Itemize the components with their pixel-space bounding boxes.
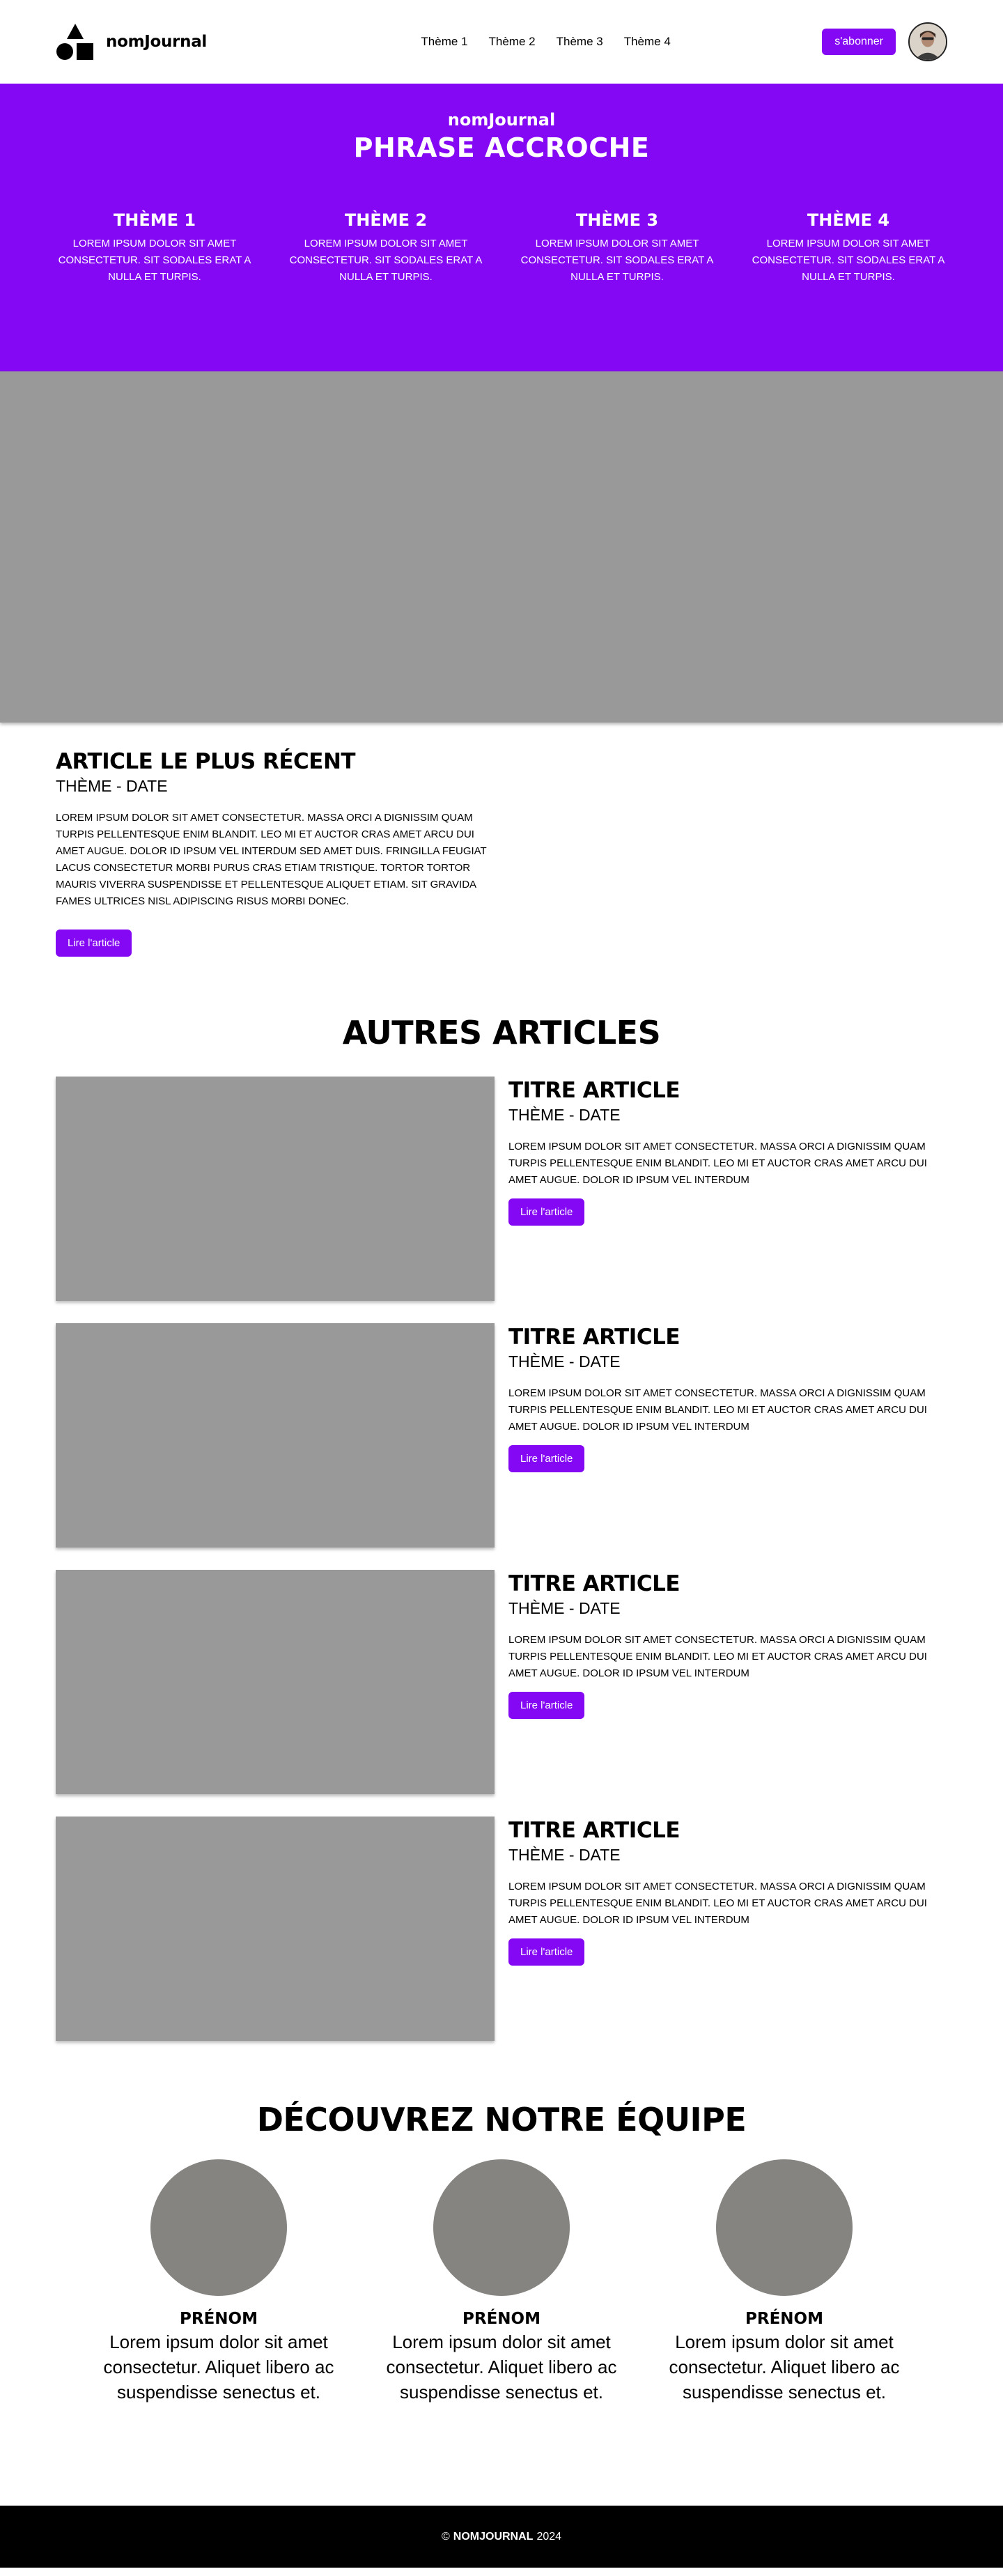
theme-card-4[interactable]: THÈME 4 Lorem ipsum dolor sit amet conse… bbox=[749, 210, 947, 286]
article-title: Titre article bbox=[508, 1571, 681, 1596]
member-description: Lorem ipsum dolor sit amet consectetur. … bbox=[386, 2331, 617, 2403]
site-footer: © nomJournal 2024 bbox=[0, 2506, 1003, 2568]
article-body: Titre article Thème - date Lorem ipsum d… bbox=[508, 1817, 947, 2041]
copyright-symbol: © bbox=[441, 2530, 450, 2543]
hero-banner: nomJournal PHRASE ACCROCHE THÈME 1 Lorem… bbox=[0, 84, 1003, 371]
theme-description: Lorem ipsum dolor sit amet consectetur. … bbox=[520, 238, 714, 283]
article-card: Titre article Thème - date Lorem ipsum d… bbox=[56, 1323, 947, 1548]
article-image[interactable] bbox=[56, 1077, 495, 1301]
article-card: Titre article Thème - date Lorem ipsum d… bbox=[56, 1077, 947, 1301]
member-photo bbox=[716, 2159, 853, 2296]
article-excerpt: Lorem ipsum dolor sit amet consectetur. … bbox=[508, 1634, 927, 1679]
team-member: Prénom Lorem ipsum dolor sit amet consec… bbox=[380, 2159, 623, 2405]
article-meta: Thème - date bbox=[508, 1106, 621, 1124]
theme-description: Lorem ipsum dolor sit amet consectetur. … bbox=[752, 238, 945, 283]
section-title: AUTRES ARTICLES bbox=[342, 1014, 661, 1051]
theme-card-3[interactable]: THÈME 3 Lorem ipsum dolor sit amet conse… bbox=[518, 210, 716, 286]
brand[interactable]: nomJournal bbox=[56, 22, 207, 61]
nav-theme-1[interactable]: Thème 1 bbox=[421, 35, 467, 49]
team-grid: Prénom Lorem ipsum dolor sit amet consec… bbox=[0, 2159, 1003, 2405]
theme-card-1[interactable]: THÈME 1 Lorem ipsum dolor sit amet conse… bbox=[56, 210, 254, 286]
theme-description: Lorem ipsum dolor sit amet consectetur. … bbox=[289, 238, 483, 283]
article-body: Titre article Thème - date Lorem ipsum d… bbox=[508, 1323, 947, 1548]
brand-name: nomJournal bbox=[106, 33, 207, 51]
featured-article: Article le plus récent Thème - date Lore… bbox=[0, 371, 1003, 957]
article-image[interactable] bbox=[56, 1817, 495, 2041]
subscribe-button[interactable]: s'abonner bbox=[822, 29, 896, 55]
main-nav: Thème 1 Thème 2 Thème 3 Thème 4 bbox=[421, 35, 670, 49]
theme-description: Lorem ipsum dolor sit amet consectetur. … bbox=[58, 238, 251, 283]
article-body: Titre article Thème - date Lorem ipsum d… bbox=[508, 1570, 947, 1794]
team-member: Prénom Lorem ipsum dolor sit amet consec… bbox=[663, 2159, 905, 2405]
theme-list: THÈME 1 Lorem ipsum dolor sit amet conse… bbox=[0, 210, 1003, 286]
other-articles: AUTRES ARTICLES Titre article Thème - da… bbox=[0, 1014, 1003, 2041]
article-card: Titre article Thème - date Lorem ipsum d… bbox=[56, 1570, 947, 1794]
theme-card-2[interactable]: THÈME 2 Lorem ipsum dolor sit amet conse… bbox=[287, 210, 485, 286]
team-section: DÉCOUVREZ NOTRE ÉQUIPE Prénom Lorem ipsu… bbox=[0, 2101, 1003, 2405]
article-image[interactable] bbox=[56, 1570, 495, 1794]
member-photo bbox=[433, 2159, 570, 2296]
section-title: DÉCOUVREZ NOTRE ÉQUIPE bbox=[256, 2101, 747, 2138]
member-description: Lorem ipsum dolor sit amet consectetur. … bbox=[103, 2331, 334, 2403]
footer-year: 2024 bbox=[536, 2530, 562, 2543]
article-title: Titre article bbox=[508, 1818, 681, 1843]
featured-image[interactable] bbox=[0, 371, 1003, 723]
site-header: nomJournal Thème 1 Thème 2 Thème 3 Thème… bbox=[0, 0, 1003, 84]
read-article-button[interactable]: Lire l'article bbox=[56, 930, 132, 957]
read-article-button[interactable]: Lire l'article bbox=[508, 1445, 585, 1472]
article-meta: Thème - date bbox=[508, 1846, 621, 1864]
article-title: Titre article bbox=[508, 1078, 681, 1103]
article-excerpt: Lorem ipsum dolor sit amet consectetur. … bbox=[508, 1881, 927, 1926]
article-excerpt: Lorem ipsum dolor sit amet consectetur. … bbox=[508, 1387, 927, 1433]
theme-title: THÈME 2 bbox=[344, 210, 428, 230]
member-description: Lorem ipsum dolor sit amet consectetur. … bbox=[669, 2331, 900, 2403]
read-article-button[interactable]: Lire l'article bbox=[508, 1938, 585, 1966]
nav-theme-3[interactable]: Thème 3 bbox=[557, 35, 603, 49]
logo-icon bbox=[56, 24, 93, 60]
featured-excerpt: Lorem ipsum dolor sit amet consectetur. … bbox=[56, 812, 487, 907]
article-title: Titre article bbox=[508, 1325, 681, 1350]
article-card: Titre article Thème - date Lorem ipsum d… bbox=[56, 1817, 947, 2041]
nav-theme-2[interactable]: Thème 2 bbox=[489, 35, 536, 49]
read-article-button[interactable]: Lire l'article bbox=[508, 1198, 585, 1226]
read-article-button[interactable]: Lire l'article bbox=[508, 1692, 585, 1719]
theme-title: THÈME 3 bbox=[575, 210, 659, 230]
article-body: Titre article Thème - date Lorem ipsum d… bbox=[508, 1077, 947, 1301]
article-meta: Thème - date bbox=[508, 1599, 621, 1617]
article-image[interactable] bbox=[56, 1323, 495, 1548]
theme-title: THÈME 1 bbox=[113, 210, 196, 230]
nav-theme-4[interactable]: Thème 4 bbox=[624, 35, 671, 49]
article-meta: Thème - date bbox=[508, 1352, 621, 1371]
team-member: Prénom Lorem ipsum dolor sit amet consec… bbox=[98, 2159, 340, 2405]
member-name: Prénom bbox=[462, 2310, 541, 2328]
member-photo bbox=[150, 2159, 287, 2296]
theme-title: THÈME 4 bbox=[807, 210, 890, 230]
hero-tagline: PHRASE ACCROCHE bbox=[353, 132, 650, 163]
article-list: Titre article Thème - date Lorem ipsum d… bbox=[0, 1077, 1003, 2041]
featured-title: Article le plus récent bbox=[56, 749, 356, 774]
featured-meta: Thème - date bbox=[56, 777, 168, 795]
footer-brand: nomJournal bbox=[453, 2530, 534, 2543]
header-actions: s'abonner bbox=[822, 22, 947, 61]
featured-body: Article le plus récent Thème - date Lore… bbox=[0, 723, 557, 957]
article-excerpt: Lorem ipsum dolor sit amet consectetur. … bbox=[508, 1141, 927, 1186]
member-name: Prénom bbox=[180, 2310, 258, 2328]
hero-brand: nomJournal bbox=[447, 110, 556, 130]
member-name: Prénom bbox=[745, 2310, 823, 2328]
avatar[interactable] bbox=[908, 22, 947, 61]
